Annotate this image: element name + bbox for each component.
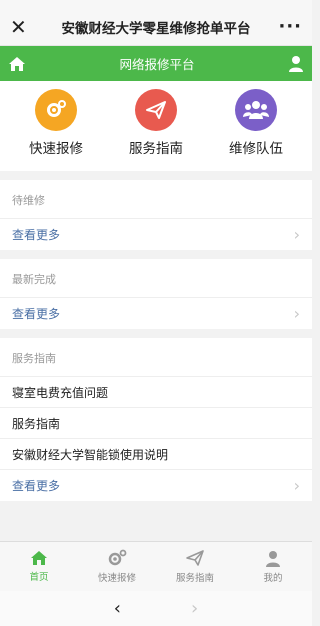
- header-title: 网络报修平台: [119, 57, 195, 72]
- completed-section: 最新完成 查看更多 ›: [0, 259, 312, 329]
- home-icon: [31, 551, 47, 565]
- user-icon[interactable]: [288, 55, 304, 72]
- team-icon: [235, 89, 277, 131]
- more-options-icon[interactable]: ···: [274, 16, 302, 37]
- forward-icon[interactable]: ›: [191, 598, 198, 619]
- guide-more-label: 查看更多: [12, 479, 61, 493]
- repair-team-label: 维修队伍: [229, 141, 283, 157]
- chevron-right-icon: ›: [293, 304, 300, 323]
- tab-home-label: 首页: [29, 572, 49, 583]
- list-item-label: 服务指南: [12, 416, 61, 431]
- paper-plane-icon: [186, 550, 204, 566]
- tab-home[interactable]: 首页: [0, 542, 78, 591]
- pending-more-link[interactable]: 查看更多 ›: [0, 219, 312, 250]
- service-guide-button[interactable]: 服务指南: [106, 89, 206, 157]
- page-title: 安徽财经大学零星维修抢单平台: [61, 20, 251, 37]
- service-guide-label: 服务指南: [129, 141, 183, 157]
- guide-header: 服务指南: [0, 338, 312, 377]
- back-icon[interactable]: ‹: [114, 598, 121, 619]
- completed-more-label: 查看更多: [12, 307, 61, 321]
- gear-icon: [108, 549, 127, 566]
- quick-repair-button[interactable]: 快速报修: [6, 89, 106, 157]
- tab-mine[interactable]: 我的: [234, 542, 312, 591]
- tab-service-guide[interactable]: 服务指南: [156, 542, 234, 591]
- pending-more-label: 查看更多: [12, 228, 61, 242]
- header-bar: 网络报修平台: [0, 46, 312, 81]
- gear-icon: [35, 89, 77, 131]
- list-item[interactable]: 安徽财经大学智能锁使用说明: [0, 439, 312, 470]
- bottom-tab-bar: 首页 快速报修 服务指南 我的: [0, 541, 312, 591]
- repair-team-button[interactable]: 维修队伍: [206, 89, 306, 157]
- tab-quick-repair-label: 快速报修: [97, 573, 136, 584]
- pending-header: 待维修: [0, 180, 312, 219]
- chevron-right-icon: ›: [293, 225, 300, 244]
- tab-service-guide-label: 服务指南: [175, 573, 214, 584]
- browser-nav-bar: ‹ ›: [0, 591, 312, 626]
- tab-quick-repair[interactable]: 快速报修: [78, 542, 156, 591]
- chevron-right-icon: ›: [293, 476, 300, 495]
- quick-repair-label: 快速报修: [29, 141, 83, 157]
- status-bar: [0, 0, 312, 8]
- list-item[interactable]: 服务指南: [0, 408, 312, 439]
- user-icon: [266, 550, 280, 567]
- guide-more-link[interactable]: 查看更多 ›: [0, 470, 312, 501]
- close-icon[interactable]: ✕: [10, 15, 38, 39]
- completed-header: 最新完成: [0, 259, 312, 298]
- home-icon[interactable]: [8, 56, 26, 72]
- list-item[interactable]: 寝室电费充值问题: [0, 377, 312, 408]
- tab-mine-label: 我的: [263, 572, 283, 584]
- list-item-label: 寝室电费充值问题: [12, 385, 109, 400]
- list-item-label: 安徽财经大学智能锁使用说明: [12, 447, 169, 462]
- title-bar: ✕ 安徽财经大学零星维修抢单平台 ···: [0, 8, 312, 46]
- guide-section: 服务指南 寝室电费充值问题 服务指南 安徽财经大学智能锁使用说明 查看更多 ›: [0, 338, 312, 501]
- paper-plane-icon: [135, 89, 177, 131]
- quick-actions: 快速报修 服务指南 维修队伍: [0, 81, 312, 171]
- completed-more-link[interactable]: 查看更多 ›: [0, 298, 312, 329]
- pending-section: 待维修 查看更多 ›: [0, 180, 312, 250]
